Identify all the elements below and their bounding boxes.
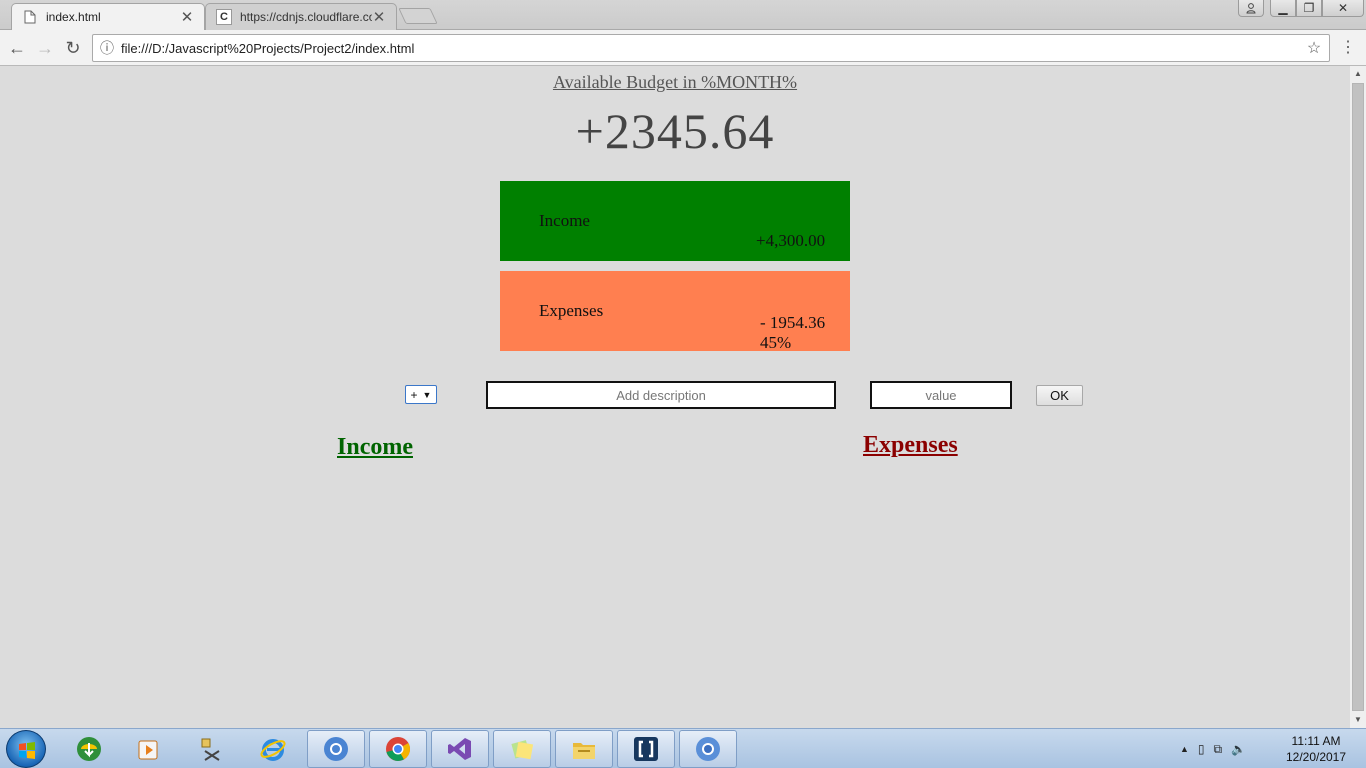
close-icon: ✕	[1337, 1, 1349, 15]
network-icon[interactable]: ⧉	[1214, 742, 1223, 757]
back-arrow-icon: ←	[8, 37, 26, 58]
start-button[interactable]	[6, 730, 46, 768]
minimize-icon: ▁	[1278, 1, 1288, 15]
windows-logo-icon	[19, 742, 35, 759]
close-tab-icon[interactable]: ✕	[180, 8, 194, 26]
expenses-list-title: Expenses	[863, 432, 958, 458]
tab-title: https://cdnjs.cloudflare.com	[240, 10, 372, 24]
system-clock[interactable]: 11:11 AM 12/20/2017	[1278, 733, 1354, 765]
taskbar-item-chrome-canary[interactable]	[307, 730, 365, 768]
taskbar-item-idm[interactable]	[60, 730, 118, 768]
reload-button[interactable]: ↻	[60, 35, 86, 61]
expenses-summary-value: - 1954.36	[760, 313, 826, 332]
clock-time: 11:11 AM	[1291, 734, 1341, 748]
budget-heading: Available Budget in %MONTH%	[552, 72, 798, 92]
taskbar-item-chrome[interactable]	[369, 730, 427, 768]
vertical-scrollbar[interactable]: ▲ ▼	[1350, 66, 1366, 728]
c-letter-icon: C	[216, 9, 232, 25]
budget-value: +2345.64	[575, 103, 775, 159]
internet-explorer-icon	[260, 739, 286, 761]
taskbar-item-visual-studio[interactable]	[431, 730, 489, 768]
taskbar-item-brackets[interactable]	[617, 730, 675, 768]
media-player-icon	[138, 740, 158, 760]
income-summary-label: Income	[539, 211, 590, 230]
income-list-title: Income	[337, 434, 413, 460]
browser-toolbar: ← → ↻ ⓘ file:///D:/Javascript%20Projects…	[0, 30, 1366, 66]
device-icon[interactable]: ▯	[1198, 742, 1205, 756]
taskbar-item-chromium[interactable]	[679, 730, 737, 768]
file-explorer-icon	[573, 743, 595, 759]
value-input[interactable]	[870, 381, 1012, 409]
tools-icon	[201, 738, 220, 761]
chromium-icon	[696, 737, 720, 761]
taskbar-item-ie[interactable]	[244, 730, 302, 768]
internet-download-manager-icon	[77, 737, 101, 761]
income-summary-box: Income +4,300.00	[500, 181, 850, 261]
volume-icon[interactable]: 🔈	[1231, 742, 1246, 756]
expenses-summary-box: Expenses - 1954.36 45%	[500, 271, 850, 352]
page-icon	[22, 9, 38, 25]
forward-arrow-icon: →	[36, 37, 54, 58]
reload-icon: ↻	[65, 37, 81, 58]
windows-taskbar: ▲ ▯ ⧉ 🔈 11:11 AM 12/20/2017	[0, 728, 1366, 768]
taskbar-item-file-explorer[interactable]	[555, 730, 613, 768]
type-select[interactable]: + ▼	[405, 385, 437, 404]
system-tray: ▲ ▯ ⧉ 🔈	[1180, 737, 1246, 761]
back-button[interactable]: ←	[4, 35, 30, 61]
visual-studio-icon	[448, 738, 471, 760]
taskbar-item-media-player[interactable]	[120, 730, 178, 768]
person-icon	[1246, 2, 1256, 13]
bookmark-star-icon[interactable]: ☆	[1299, 38, 1329, 58]
info-icon[interactable]: ⓘ	[93, 38, 121, 58]
restore-button[interactable]: ❐	[1296, 0, 1322, 17]
menu-button[interactable]: ⋮	[1338, 36, 1358, 60]
new-tab-button[interactable]	[398, 8, 438, 24]
address-bar[interactable]: ⓘ file:///D:/Javascript%20Projects/Proje…	[92, 34, 1330, 62]
restore-icon: ❐	[1303, 1, 1315, 15]
sticky-notes-icon	[511, 740, 534, 760]
page-viewport: Available Budget in %MONTH% +2345.64 Inc…	[0, 66, 1350, 728]
tab-cdnjs[interactable]: C https://cdnjs.cloudflare.com ✕	[205, 3, 397, 30]
brackets-icon	[634, 737, 658, 761]
dropdown-arrow-icon: ▼	[422, 389, 432, 400]
taskbar-item-sticky-notes[interactable]	[493, 730, 551, 768]
close-tab-icon[interactable]: ✕	[372, 8, 386, 26]
minimize-button[interactable]: ▁	[1270, 0, 1296, 17]
scroll-down-icon[interactable]: ▼	[1350, 712, 1366, 728]
expenses-summary-label: Expenses	[539, 301, 604, 320]
show-hidden-icons-icon[interactable]: ▲	[1180, 744, 1189, 754]
taskbar-item-tools[interactable]	[182, 730, 240, 768]
ok-button[interactable]: OK	[1036, 385, 1083, 406]
description-input[interactable]	[486, 381, 836, 409]
expenses-percentage: 45%	[760, 333, 792, 352]
type-selected-value: +	[410, 387, 418, 402]
forward-button[interactable]: →	[32, 35, 58, 61]
address-text[interactable]: file:///D:/Javascript%20Projects/Project…	[121, 41, 1299, 56]
income-summary-value: +4,300.00	[756, 231, 826, 250]
tab-title: index.html	[46, 10, 101, 24]
clock-date: 12/20/2017	[1285, 750, 1347, 764]
scroll-up-icon[interactable]: ▲	[1350, 66, 1366, 82]
tab-index-html[interactable]: index.html ✕	[11, 3, 205, 30]
scrollbar-thumb[interactable]	[1352, 83, 1364, 711]
kebab-menu-icon: ⋮	[1340, 39, 1356, 56]
chrome-icon	[386, 737, 410, 761]
chrome-canary-icon	[324, 737, 348, 761]
close-window-button[interactable]: ✕	[1322, 0, 1364, 17]
tab-strip: index.html ✕ C https://cdnjs.cloudflare.…	[0, 0, 1366, 30]
profile-button[interactable]	[1238, 0, 1264, 17]
